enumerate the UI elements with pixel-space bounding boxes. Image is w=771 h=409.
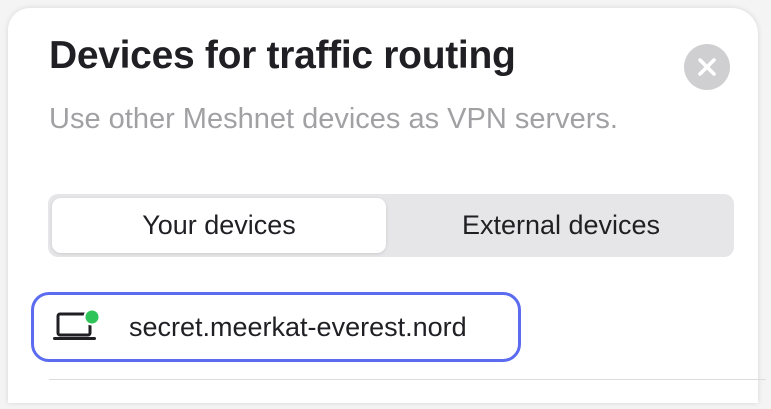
laptop-icon xyxy=(53,308,101,340)
page-subtitle: Use other Meshnet devices as VPN servers… xyxy=(49,103,618,135)
tab-your-devices[interactable]: Your devices xyxy=(52,198,386,253)
screen: Devices for traffic routing Use other Me… xyxy=(0,0,771,409)
routing-dialog: Devices for traffic routing Use other Me… xyxy=(8,8,766,403)
close-button[interactable] xyxy=(684,44,730,90)
tab-external-devices[interactable]: External devices xyxy=(392,198,730,253)
close-icon xyxy=(698,58,716,76)
page-title: Devices for traffic routing xyxy=(49,34,516,77)
device-list-item[interactable]: secret.meerkat-everest.nord xyxy=(31,292,521,362)
device-source-tabs: Your devices External devices xyxy=(48,194,734,257)
divider xyxy=(49,379,766,380)
online-status-dot xyxy=(85,310,99,324)
device-name: secret.meerkat-everest.nord xyxy=(129,312,467,342)
